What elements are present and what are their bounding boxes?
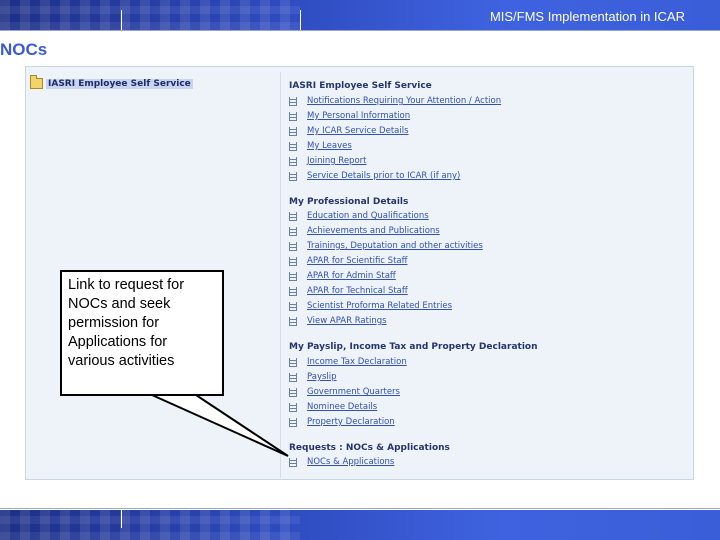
bottom-banner bbox=[0, 510, 720, 540]
banner-tick bbox=[121, 510, 122, 528]
footer-rule bbox=[0, 508, 720, 509]
callout-pointer-shape bbox=[151, 394, 289, 457]
callout-text: Link to request for NOCs and seek permis… bbox=[68, 277, 185, 369]
callout-box: Link to request for NOCs and seek permis… bbox=[60, 270, 224, 396]
banner-pattern bbox=[0, 510, 300, 540]
